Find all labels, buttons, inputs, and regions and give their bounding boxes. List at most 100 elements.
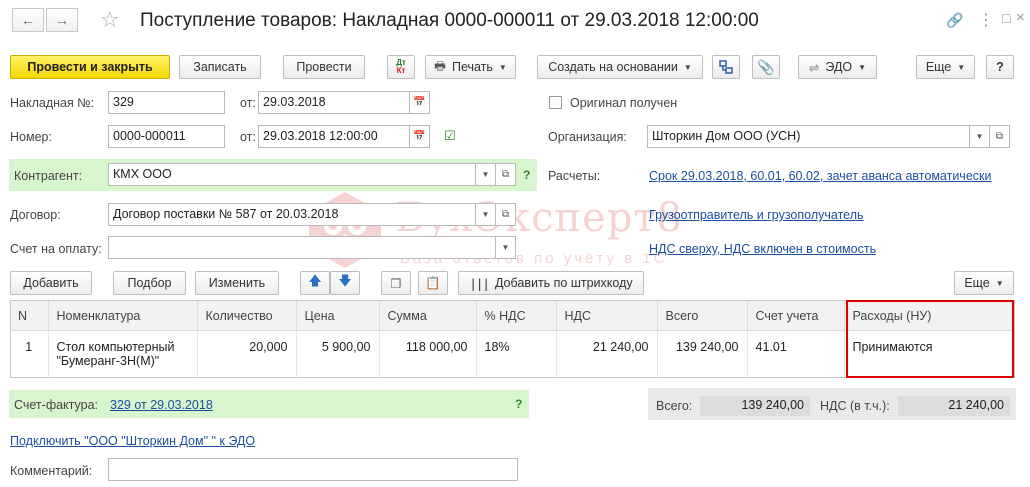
comment-input[interactable] bbox=[108, 458, 518, 481]
total-label: Всего: bbox=[656, 399, 693, 413]
number-input[interactable]: 0000-000011 bbox=[108, 125, 225, 148]
contract-dropdown[interactable]: ▼ bbox=[476, 203, 496, 226]
forward-button[interactable]: → bbox=[46, 8, 78, 32]
connect-edo-link[interactable]: Подключить "ООО "Шторкин Дом" " к ЭДО bbox=[10, 434, 255, 448]
cell-account[interactable]: 41.01 bbox=[747, 330, 845, 378]
printer-icon: 🖶 bbox=[434, 58, 446, 73]
maximize-icon[interactable]: □ bbox=[1002, 10, 1010, 26]
favorite-star-icon[interactable]: ☆ bbox=[100, 7, 120, 33]
move-down-button[interactable]: 🡇 bbox=[330, 271, 360, 295]
counterparty-input[interactable]: КМХ ООО bbox=[108, 163, 476, 186]
column-header[interactable]: Количество bbox=[197, 300, 297, 331]
open-icon: ⧉ bbox=[501, 169, 510, 180]
column-header[interactable]: % НДС bbox=[476, 300, 557, 331]
post-and-close-button[interactable]: Провести и закрыть bbox=[10, 55, 170, 79]
column-header[interactable]: N bbox=[10, 300, 49, 331]
counterparty-dropdown[interactable]: ▼ bbox=[476, 163, 496, 186]
copy-button[interactable]: ❐ bbox=[381, 271, 411, 295]
chevron-down-icon: ▼ bbox=[683, 62, 692, 72]
column-header[interactable]: Номенклатура bbox=[48, 300, 198, 331]
help-button[interactable]: ? bbox=[986, 55, 1014, 79]
move-up-button[interactable]: 🡅 bbox=[300, 271, 330, 295]
table-header-row: N Номенклатура Количество Цена Сумма % Н… bbox=[10, 300, 1015, 331]
chevron-down-icon: ▼ bbox=[481, 170, 490, 179]
column-header[interactable]: Всего bbox=[657, 300, 748, 331]
organization-dropdown[interactable]: ▼ bbox=[970, 125, 990, 148]
cell-item[interactable]: Стол компьютерный "Бумеранг-3Н(М)" bbox=[48, 330, 198, 378]
column-header[interactable]: Сумма bbox=[379, 300, 477, 331]
create-based-on-button[interactable]: Создать на основании ▼ bbox=[537, 55, 703, 79]
print-button[interactable]: 🖶 Печать ▼ bbox=[425, 55, 516, 79]
attach-button[interactable]: 📎 bbox=[752, 55, 780, 79]
post-button[interactable]: Провести bbox=[283, 55, 365, 79]
table-row[interactable]: 1 Стол компьютерный "Бумеранг-3Н(М)" 20,… bbox=[10, 330, 1015, 378]
barcode-icon: ||| bbox=[469, 275, 490, 291]
cell-qty[interactable]: 20,000 bbox=[197, 330, 297, 378]
edo-button[interactable]: ⇌ ЭДО ▼ bbox=[798, 55, 877, 79]
number-date-input[interactable]: 29.03.2018 12:00:00 bbox=[258, 125, 410, 148]
paste-button[interactable]: 📋 bbox=[418, 271, 448, 295]
edo-icon: ⇌ bbox=[808, 60, 820, 75]
payment-account-dropdown[interactable]: ▼ bbox=[496, 236, 516, 259]
column-header[interactable]: Расходы (НУ) bbox=[844, 300, 1015, 331]
invoice-help-icon[interactable]: ? bbox=[515, 397, 522, 411]
payment-account-input[interactable] bbox=[108, 236, 496, 259]
calendar-icon: 📅 bbox=[413, 97, 426, 108]
save-button[interactable]: Записать bbox=[179, 55, 261, 79]
shipper-link[interactable]: Грузоотправитель и грузополучатель bbox=[649, 208, 864, 222]
number-label: Номер: bbox=[10, 130, 52, 144]
more-button[interactable]: Еще ▼ bbox=[916, 55, 975, 79]
comment-label: Комментарий: bbox=[10, 464, 93, 478]
add-row-button[interactable]: Добавить bbox=[10, 271, 92, 295]
pick-button[interactable]: Подбор bbox=[113, 271, 186, 295]
copy-icon: ❐ bbox=[390, 276, 402, 291]
table-more-button[interactable]: Еще ▼ bbox=[954, 271, 1014, 295]
arrow-up-icon: 🡅 bbox=[308, 273, 322, 288]
settlements-label: Расчеты: bbox=[548, 169, 601, 183]
structure-button[interactable] bbox=[712, 55, 740, 79]
organization-label: Организация: bbox=[548, 130, 627, 144]
organization-open-button[interactable]: ⧉ bbox=[990, 125, 1010, 148]
column-header[interactable]: Счет учета bbox=[747, 300, 845, 331]
cell-vat[interactable]: 21 240,00 bbox=[556, 330, 658, 378]
column-header[interactable]: Цена bbox=[296, 300, 380, 331]
dt-kt-button[interactable]: Дт Кт bbox=[387, 55, 415, 79]
invoice-number-input[interactable]: 329 bbox=[108, 91, 225, 114]
original-received-checkbox[interactable] bbox=[549, 96, 562, 109]
cell-sum[interactable]: 118 000,00 bbox=[379, 330, 477, 378]
chevron-down-icon: ▼ bbox=[995, 278, 1004, 288]
add-by-barcode-button[interactable]: ||| Добавить по штрихкоду bbox=[458, 271, 644, 295]
counterparty-open-button[interactable]: ⧉ bbox=[496, 163, 516, 186]
settlements-link[interactable]: Срок 29.03.2018, 60.01, 60.02, зачет ава… bbox=[649, 169, 991, 183]
cell-total[interactable]: 139 240,00 bbox=[657, 330, 748, 378]
close-icon[interactable]: × bbox=[1016, 9, 1025, 26]
contract-input[interactable]: Договор поставки № 587 от 20.03.2018 bbox=[108, 203, 476, 226]
paperclip-icon: 📎 bbox=[757, 58, 775, 75]
vat-total-label: НДС (в т.ч.): bbox=[820, 399, 890, 413]
column-header[interactable]: НДС bbox=[556, 300, 658, 331]
cell-expenses[interactable]: Принимаются bbox=[844, 330, 1015, 378]
contract-label: Договор: bbox=[10, 208, 61, 222]
chevron-down-icon: ▼ bbox=[858, 62, 867, 72]
link-icon[interactable]: 🔗 bbox=[946, 12, 963, 29]
paste-icon: 📋 bbox=[425, 275, 441, 290]
counterparty-help-icon[interactable]: ? bbox=[523, 168, 530, 182]
edit-button[interactable]: Изменить bbox=[195, 271, 279, 295]
arrow-down-icon: 🡇 bbox=[338, 273, 352, 288]
cell-vat-rate[interactable]: 18% bbox=[476, 330, 557, 378]
chevron-down-icon: ▼ bbox=[501, 243, 510, 252]
organization-input[interactable]: Шторкин Дом ООО (УСН) bbox=[647, 125, 970, 148]
invoice-factura-link[interactable]: 329 от 29.03.2018 bbox=[110, 398, 213, 412]
contract-open-button[interactable]: ⧉ bbox=[496, 203, 516, 226]
invoice-factura-label: Счет-фактура: bbox=[14, 398, 99, 412]
more-vertical-icon[interactable]: ⋮ bbox=[978, 10, 994, 30]
cell-price[interactable]: 5 900,00 bbox=[296, 330, 380, 378]
back-button[interactable]: ← bbox=[12, 8, 44, 32]
chevron-down-icon: ▼ bbox=[975, 132, 984, 141]
total-value: 139 240,00 bbox=[700, 396, 810, 416]
calendar-button[interactable]: 📅 bbox=[410, 91, 430, 114]
calendar-button[interactable]: 📅 bbox=[410, 125, 430, 148]
cell-n[interactable]: 1 bbox=[10, 330, 49, 378]
vat-mode-link[interactable]: НДС сверху, НДС включен в стоимость bbox=[649, 242, 876, 256]
invoice-date-input[interactable]: 29.03.2018 bbox=[258, 91, 410, 114]
